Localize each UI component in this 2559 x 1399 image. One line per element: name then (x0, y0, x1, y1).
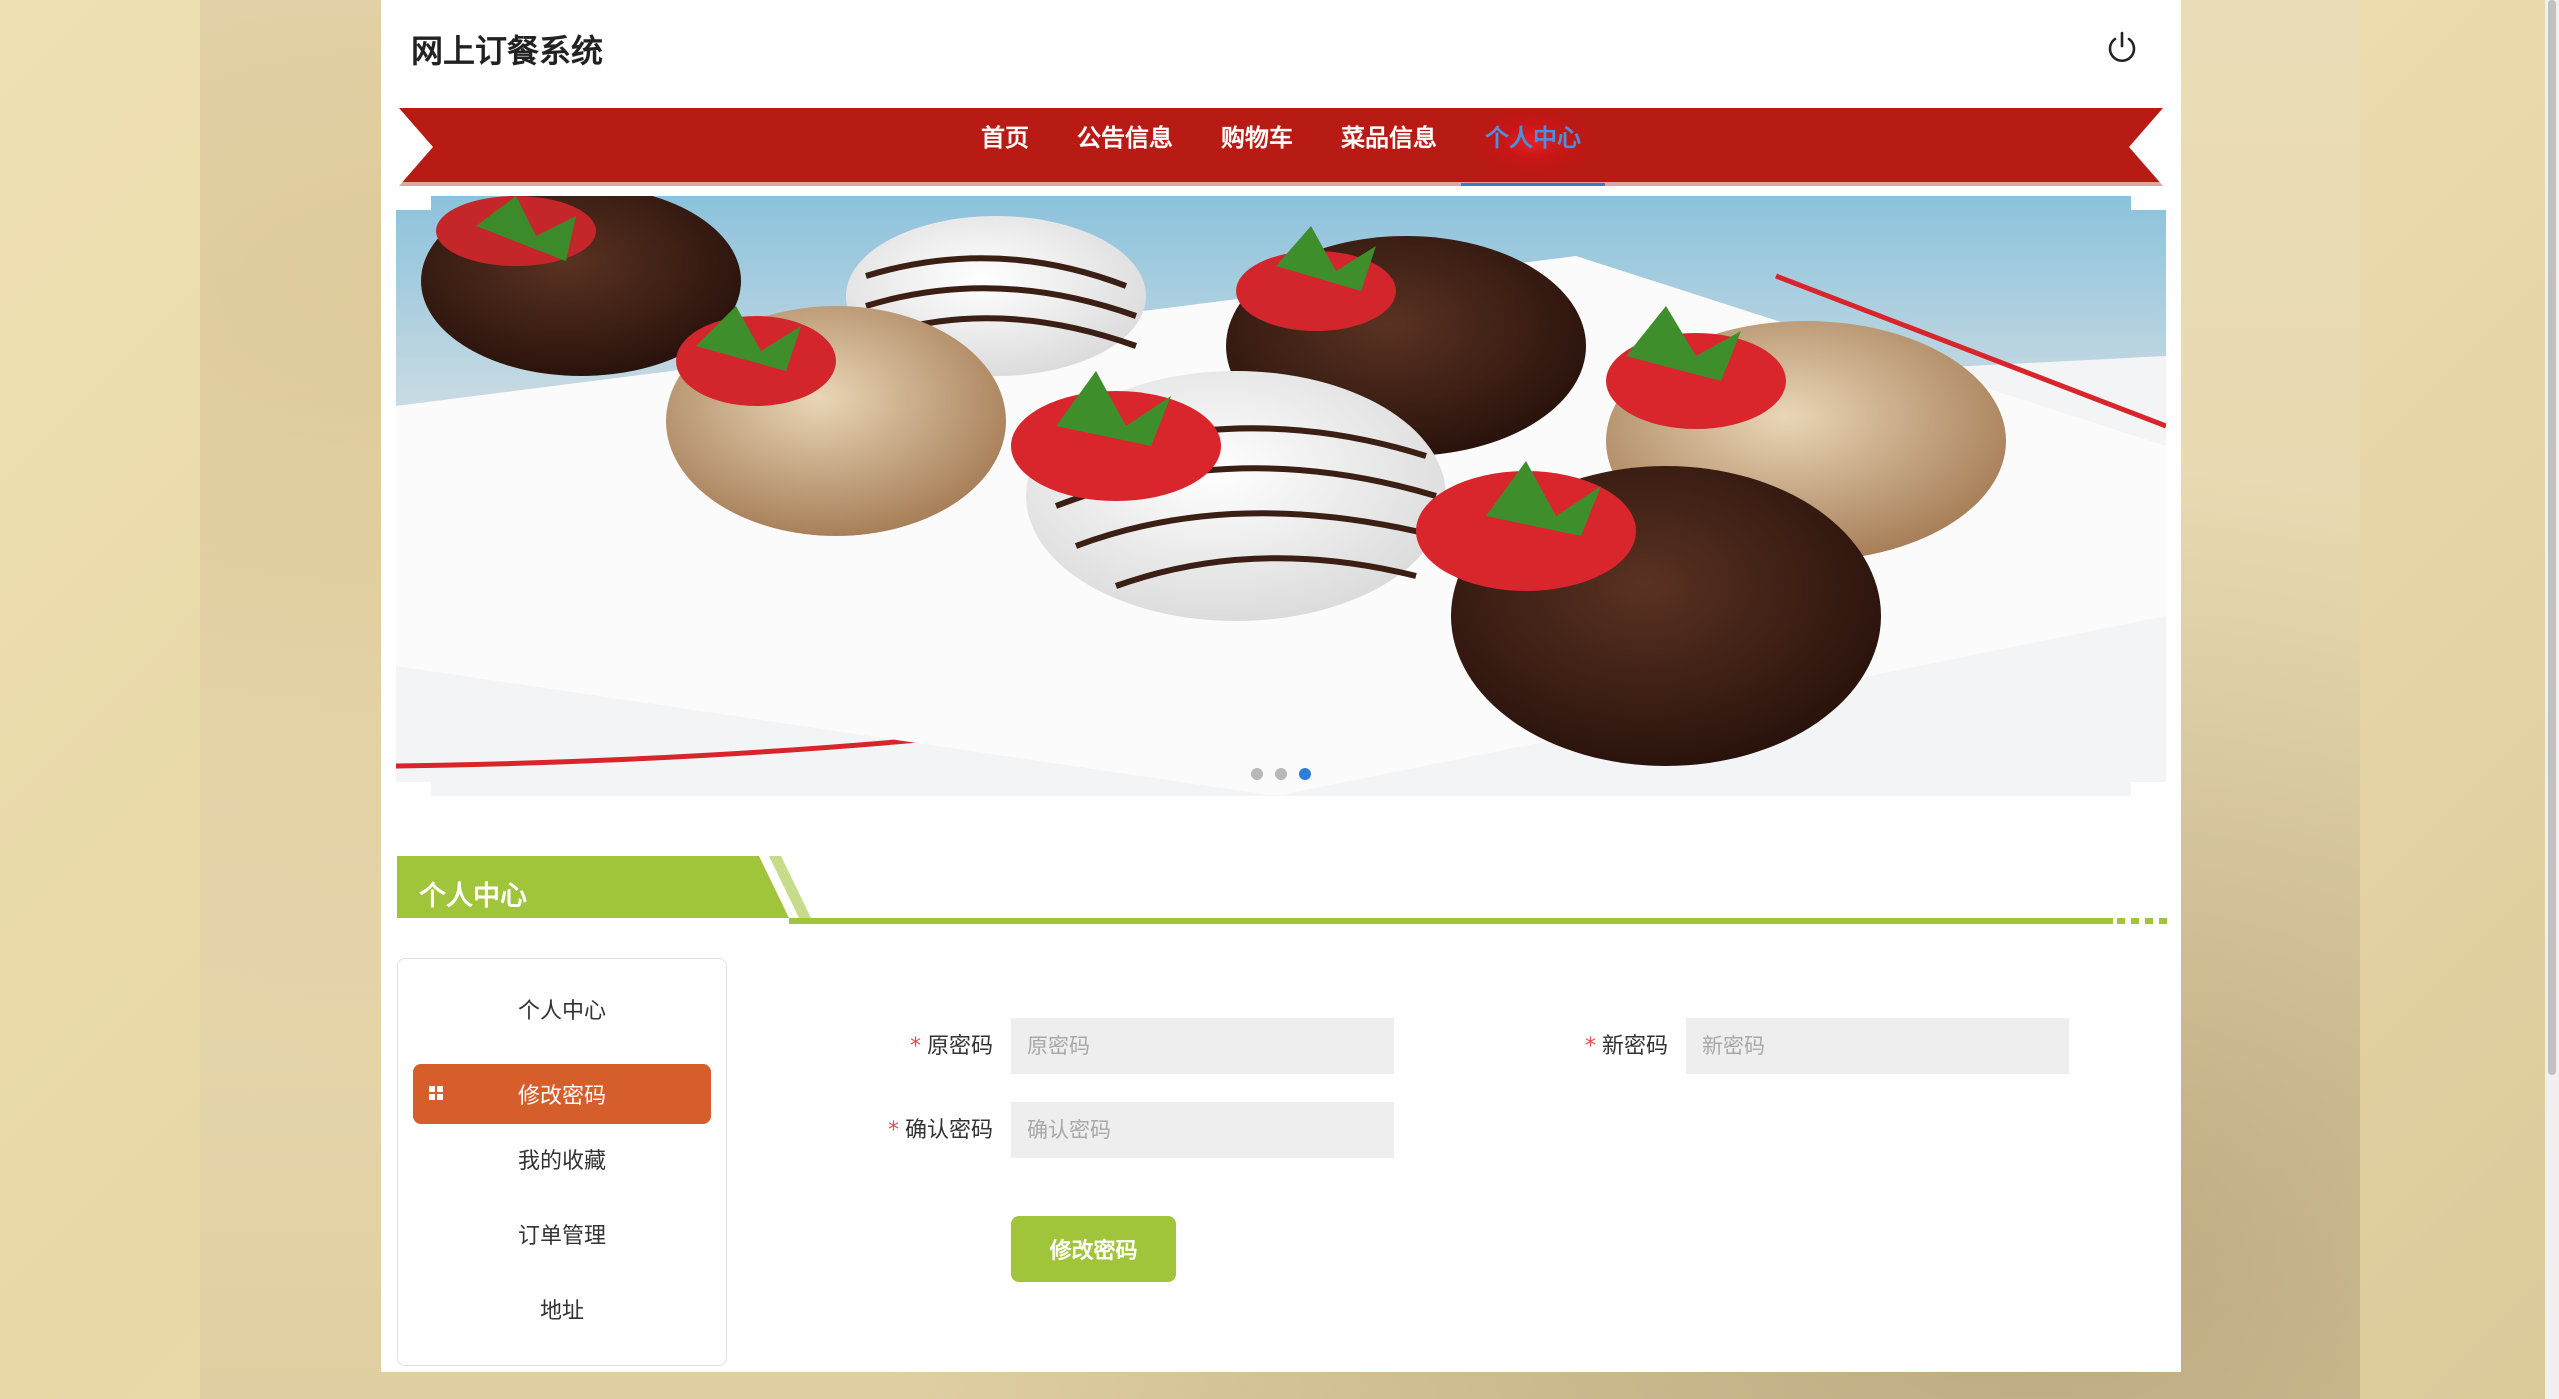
change-password-button[interactable]: 修改密码 (1011, 1216, 1176, 1282)
section-header: 个人中心 (397, 856, 2167, 928)
required-mark: * (887, 1118, 899, 1143)
site-title: 网上订餐系统 (411, 32, 604, 70)
scrollbar-thumb[interactable] (2548, 0, 2556, 1075)
nav-item-profile[interactable]: 个人中心 (1461, 108, 1605, 186)
sidebar-item-label: 个人中心 (517, 999, 606, 1024)
nav-item-home[interactable]: 首页 (957, 108, 1053, 186)
old-password-label: * 原密码 (909, 1034, 993, 1059)
sidebar-item-label: 订单管理 (517, 1224, 606, 1249)
sidebar-item-label: 修改密码 (517, 1084, 606, 1109)
grid-icon (429, 1086, 443, 1100)
carousel-dots (396, 768, 2166, 780)
main-nav: 首页 公告信息 购物车 菜品信息 个人中心 (399, 108, 2163, 186)
sidebar-item-change-password[interactable]: 修改密码 (413, 1064, 711, 1124)
new-password-input[interactable] (1686, 1018, 2069, 1074)
page-container: 网上订餐系统 首页 公告信息 购物车 菜品信息 个人中心 个人中心 个人中心 修… (381, 0, 2181, 1372)
confirm-password-input[interactable] (1011, 1102, 1394, 1158)
power-icon[interactable] (2105, 30, 2139, 64)
banner-image (396, 196, 2166, 796)
section-title: 个人中心 (419, 881, 527, 912)
nav-item-cart[interactable]: 购物车 (1197, 108, 1317, 186)
confirm-password-label: * 确认密码 (887, 1118, 993, 1143)
section-header-banner (397, 856, 2167, 924)
sidebar-item-profile[interactable]: 个人中心 (413, 979, 711, 1039)
nav-item-announcements[interactable]: 公告信息 (1053, 108, 1197, 186)
required-mark: * (1584, 1034, 1596, 1059)
carousel-dot[interactable] (1275, 768, 1287, 780)
scrollbar[interactable] (2545, 0, 2559, 1399)
sidebar-item-favorites[interactable]: 我的收藏 (413, 1129, 711, 1189)
profile-sidebar: 个人中心 修改密码 我的收藏 订单管理 地址 (397, 958, 727, 1366)
banner-carousel[interactable] (396, 196, 2166, 796)
sidebar-item-label: 地址 (539, 1299, 584, 1324)
required-mark: * (909, 1034, 921, 1059)
sidebar-item-address[interactable]: 地址 (413, 1279, 711, 1339)
sidebar-item-orders[interactable]: 订单管理 (413, 1204, 711, 1264)
sidebar-item-label: 我的收藏 (517, 1149, 606, 1174)
carousel-dot[interactable] (1251, 768, 1263, 780)
nav-item-dishes[interactable]: 菜品信息 (1317, 108, 1461, 186)
carousel-dot-active[interactable] (1299, 768, 1311, 780)
old-password-input[interactable] (1011, 1018, 1394, 1074)
new-password-label: * 新密码 (1584, 1034, 1668, 1059)
